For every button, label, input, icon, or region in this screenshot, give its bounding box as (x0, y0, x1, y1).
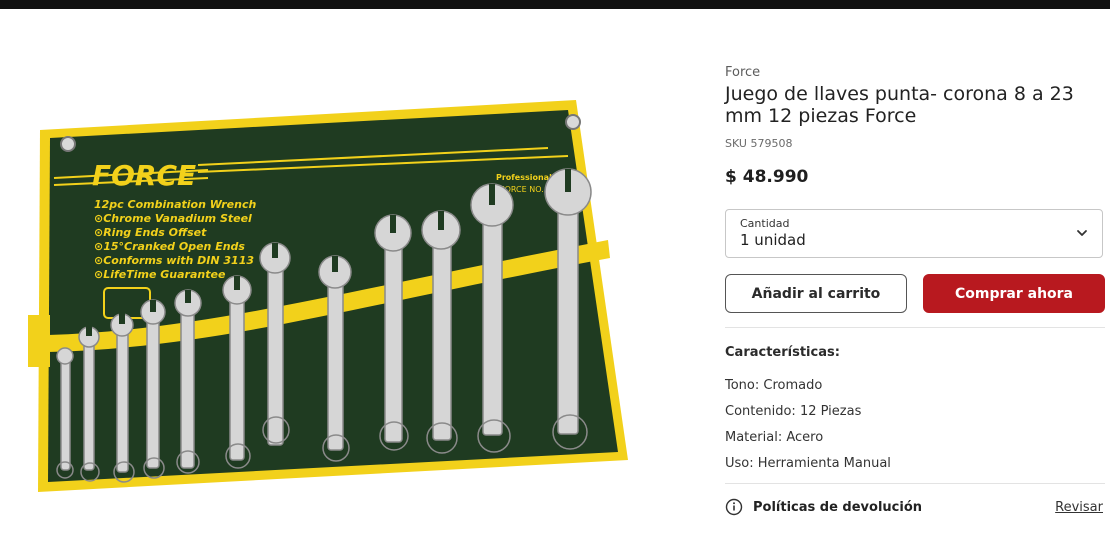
feature-item: Material: Acero (725, 429, 1105, 455)
add-to-cart-button[interactable]: Añadir al carrito (725, 274, 907, 313)
pouch-line: ⊙Ring Ends Offset (94, 226, 207, 239)
feature-value: Herramienta Manual (757, 456, 891, 471)
action-buttons: Añadir al carrito Comprar ahora (725, 274, 1105, 313)
price: $ 48.990 (725, 167, 809, 187)
feature-item: Tono: Cromado (725, 377, 1105, 403)
product-image: FORCE Professional Tool FORCE NO. 5121 1… (28, 90, 643, 500)
product-title: Juego de llaves punta- corona 8 a 23 mm … (725, 83, 1074, 127)
sku: SKU 579508 (725, 137, 793, 150)
feature-key: Contenido: (725, 404, 796, 419)
brand-label[interactable]: Force (725, 64, 1105, 81)
feature-value: Cromado (763, 378, 823, 393)
divider (725, 483, 1105, 484)
feature-value: 12 Piezas (799, 404, 862, 419)
pouch-line: ⊙15°Cranked Open Ends (94, 240, 245, 253)
pouch-line: 12pc Combination Wrench (94, 198, 256, 211)
divider (725, 327, 1105, 328)
features-list: Tono: Cromado Contenido: 12 Piezas Mater… (725, 377, 1105, 481)
chevron-down-icon (1077, 230, 1087, 236)
review-link[interactable]: Revisar (1055, 500, 1103, 515)
quantity-value: 1 unidad (740, 231, 806, 249)
pouch-line: ⊙LifeTime Guarantee (94, 268, 226, 281)
pouch-line: ⊙Conforms with DIN 3113 (94, 254, 254, 267)
pouch-line: ⊙Chrome Vanadium Steel (94, 212, 252, 225)
product-info: Force Juego de llaves punta- corona 8 a … (725, 64, 1105, 518)
quantity-select[interactable]: Cantidad 1 unidad (725, 209, 1103, 258)
features-title: Características: (725, 345, 840, 360)
feature-value: Acero (786, 430, 824, 445)
wrench-set-photo: FORCE Professional Tool FORCE NO. 5121 1… (28, 100, 628, 492)
feature-key: Tono: (725, 378, 760, 393)
returns-row: Políticas de devolución Revisar (725, 496, 1105, 518)
feature-item: Uso: Herramienta Manual (725, 455, 1105, 481)
feature-key: Material: (725, 430, 783, 445)
info-icon (725, 498, 743, 516)
returns-policy-label: Políticas de devolución (753, 499, 923, 515)
feature-item: Contenido: 12 Piezas (725, 403, 1105, 429)
top-bar (0, 0, 1110, 9)
feature-key: Uso: (725, 456, 754, 471)
buy-now-button[interactable]: Comprar ahora (923, 274, 1105, 313)
quantity-label: Cantidad (740, 217, 790, 230)
